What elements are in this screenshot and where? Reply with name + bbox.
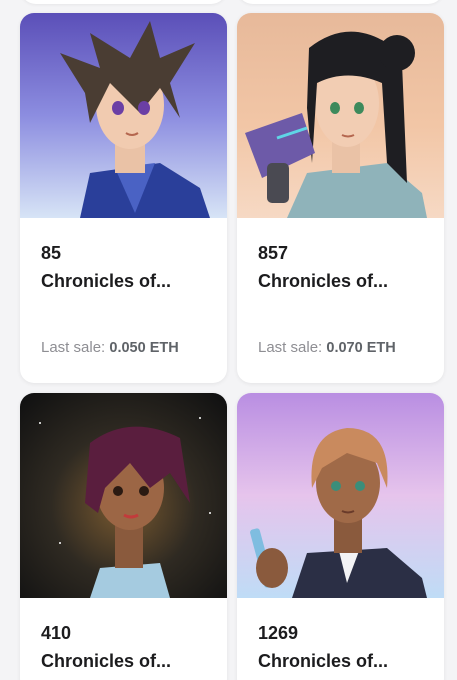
nft-card[interactable]: 1269 Chronicles of... [237,393,444,680]
last-sale-label: Last sale: [258,339,323,356]
previous-card-bottom-right[interactable] [237,0,444,4]
nft-card[interactable]: 85 Chronicles of... Last sale: 0.050 ETH [20,13,227,383]
collection-name: Chronicles of... [41,271,172,291]
collection-name: Chronicles of... [258,271,389,291]
last-sale-label: Last sale: [41,339,106,356]
nft-card[interactable]: 857 Chronicles of... Last sale: 0.070 ET… [237,13,444,383]
previous-card-bottom-left[interactable] [20,0,227,4]
last-sale-price: 0.050 ETH [109,340,179,356]
nft-artwork-image [20,393,227,598]
nft-card[interactable]: 410 Chronicles of... [20,393,227,680]
nft-artwork-image [237,13,444,218]
token-id: 857 [258,243,289,263]
last-sale: Last sale: 0.070 ETH [258,339,396,357]
nft-artwork-image [20,13,227,218]
token-id: 1269 [258,623,299,643]
last-sale-price: 0.070 ETH [326,340,396,356]
collection-name: Chronicles of... [258,651,389,671]
collection-name: Chronicles of... [41,651,172,671]
nft-artwork-image [237,393,444,598]
token-id: 410 [41,623,72,643]
token-id: 85 [41,243,62,263]
last-sale: Last sale: 0.050 ETH [41,339,179,357]
